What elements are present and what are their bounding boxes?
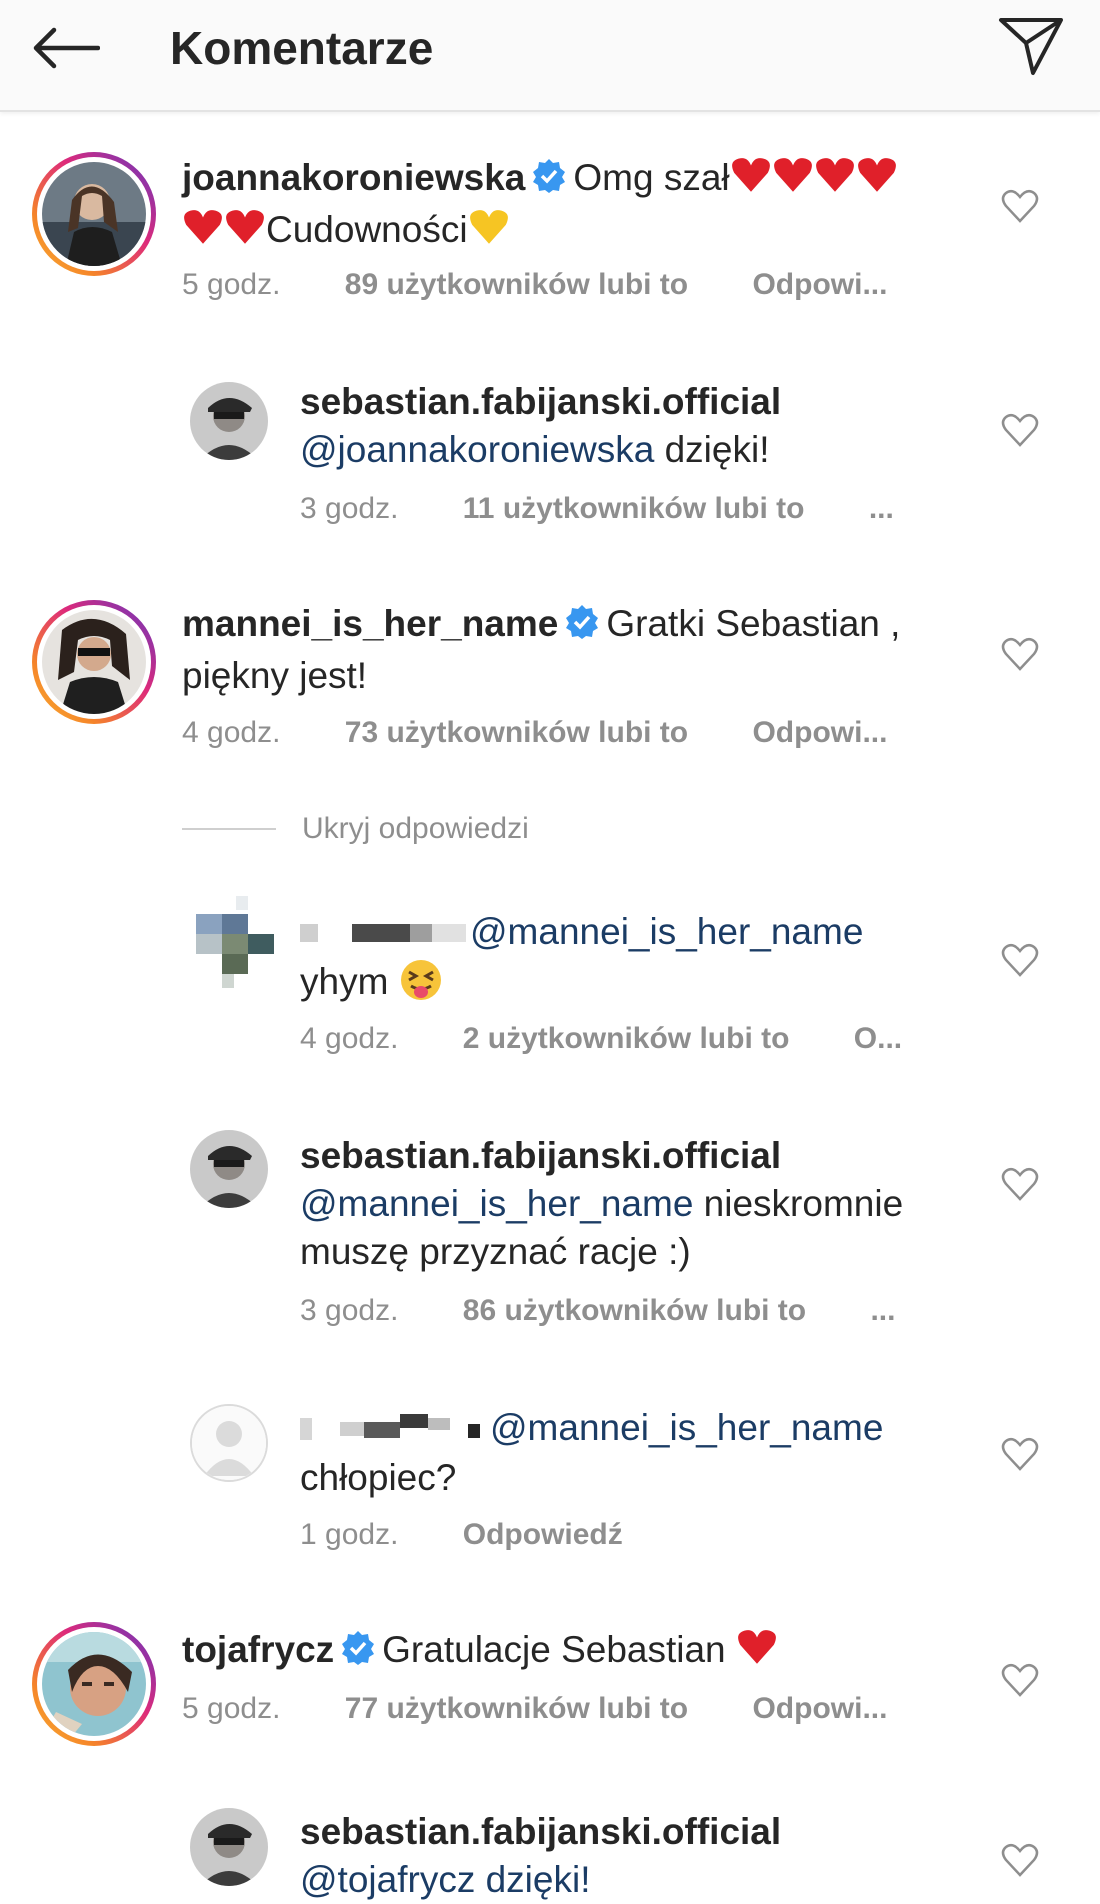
avatar[interactable] [32, 1622, 156, 1746]
heart-icon[interactable] [1000, 1660, 1040, 1700]
comment-text: Gratki Sebastian , [606, 603, 901, 644]
red-heart-emoji-icon [731, 158, 770, 192]
comment-time: 5 godz. [182, 1692, 281, 1725]
red-heart-emoji-icon [773, 158, 812, 192]
comment-time: 3 godz. [300, 492, 399, 525]
page-title: Komentarze [170, 22, 434, 74]
mention-link[interactable]: @tojafrycz dzięki! [300, 1859, 590, 1900]
share-button[interactable] [995, 10, 1067, 82]
mention-link[interactable]: @joannakoroniewska [300, 429, 654, 470]
mention-link[interactable]: @mannei_is_her_name [490, 1407, 883, 1448]
more-options-button[interactable]: ... [870, 1294, 895, 1327]
avatar[interactable] [32, 152, 156, 276]
reply-button[interactable]: Odpowiedź [463, 1518, 623, 1551]
back-button[interactable] [30, 18, 102, 78]
comment-text: Gratulacje Sebastian [382, 1629, 726, 1670]
likes-count[interactable]: 73 użytkowników lubi to [345, 716, 688, 749]
red-heart-emoji-icon [815, 158, 854, 192]
mention-link[interactable]: @mannei_is_her_name [470, 911, 863, 952]
squinting-tongue-emoji-icon [400, 960, 441, 1001]
comment-text: muszę przyznać racje :) [300, 1231, 691, 1272]
comment-meta: 5 godz. 89 użytkowników lubi to Odpowi..… [182, 268, 887, 302]
reply-button[interactable]: Odpowi... [752, 268, 887, 301]
default-avatar-icon[interactable] [190, 1404, 268, 1482]
hide-replies-label: Ukryj odpowiedzi [302, 812, 529, 845]
red-heart-emoji-icon [184, 210, 222, 244]
hide-replies-button[interactable]: Ukryj odpowiedzi [182, 812, 529, 846]
yellow-heart-emoji-icon [469, 210, 508, 244]
comment-text: Omg szał [573, 157, 730, 198]
comment-time: 4 godz. [300, 1022, 399, 1055]
comment-time: 1 godz. [300, 1518, 399, 1551]
comment-meta: 3 godz. 11 użytkowników lubi to ... [300, 492, 894, 526]
comment-text: piękny jest! [182, 655, 368, 696]
avatar[interactable] [32, 600, 156, 724]
likes-count[interactable]: 86 użytkowników lubi to [463, 1294, 806, 1327]
comment-meta: 3 godz. 86 użytkowników lubi to ... [300, 1294, 895, 1328]
comment-text: yhym [300, 961, 389, 1003]
likes-count[interactable]: 89 użytkowników lubi to [345, 268, 688, 301]
comment-username[interactable]: mannei_is_her_name [182, 603, 558, 644]
comment-meta: 1 godz. Odpowiedź [300, 1518, 623, 1552]
red-heart-emoji-icon [857, 158, 896, 192]
verified-badge-icon [340, 1630, 376, 1678]
heart-icon[interactable] [1000, 940, 1040, 980]
arrow-left-icon [33, 27, 100, 69]
comment-meta: 4 godz. 2 użytkowników lubi to O... [300, 1022, 902, 1056]
comment-username[interactable]: tojafrycz [182, 1629, 334, 1670]
top-bar: Komentarze [0, 0, 1100, 112]
more-options-button[interactable]: ... [869, 492, 894, 525]
heart-icon[interactable] [1000, 1840, 1040, 1880]
reply-button[interactable]: Odpowi... [752, 1692, 887, 1725]
likes-count[interactable]: 77 użytkowników lubi to [345, 1692, 688, 1725]
reply-button[interactable]: O... [854, 1022, 902, 1055]
comment-username[interactable]: joannakoroniewska [182, 157, 525, 198]
comment-text: dzięki! [654, 429, 770, 470]
divider-line [182, 828, 276, 830]
heart-icon[interactable] [1000, 1434, 1040, 1474]
heart-icon[interactable] [1000, 634, 1040, 674]
reply-button[interactable]: Odpowi... [752, 716, 887, 749]
comment-username[interactable]: sebastian.fabijanski.official [300, 1135, 781, 1176]
heart-icon[interactable] [1000, 186, 1040, 226]
mention-link[interactable]: @mannei_is_her_name [300, 1183, 693, 1224]
comment-text: Cudowności [266, 209, 468, 250]
comment-text: nieskromnie [693, 1183, 904, 1224]
avatar[interactable] [190, 1130, 268, 1208]
comment-text: chłopiec? [300, 1457, 457, 1499]
comment-meta: 5 godz. 77 użytkowników lubi to Odpowi..… [182, 1692, 887, 1726]
comment-time: 5 godz. [182, 268, 281, 301]
avatar[interactable] [190, 1808, 268, 1886]
paper-plane-icon [999, 18, 1063, 75]
comment-username[interactable]: sebastian.fabijanski.official [300, 381, 781, 422]
comment-username[interactable]: sebastian.fabijanski.official [300, 1811, 781, 1852]
red-heart-emoji-icon [738, 1630, 776, 1664]
avatar[interactable] [190, 382, 268, 460]
comment-meta: 4 godz. 73 użytkowników lubi to Odpowi..… [182, 716, 887, 750]
likes-count[interactable]: 2 użytkowników lubi to [463, 1022, 790, 1055]
verified-badge-icon [531, 158, 567, 206]
comment-time: 4 godz. [182, 716, 281, 749]
heart-icon[interactable] [1000, 410, 1040, 450]
heart-icon[interactable] [1000, 1164, 1040, 1204]
pixelated-avatar[interactable] [196, 896, 274, 992]
pixelated-username[interactable] [300, 910, 470, 958]
red-heart-emoji-icon [226, 210, 264, 244]
pixelated-username[interactable] [300, 1406, 490, 1454]
likes-count[interactable]: 11 użytkowników lubi to [463, 492, 805, 525]
verified-badge-icon [564, 604, 600, 652]
comment-time: 3 godz. [300, 1294, 399, 1327]
